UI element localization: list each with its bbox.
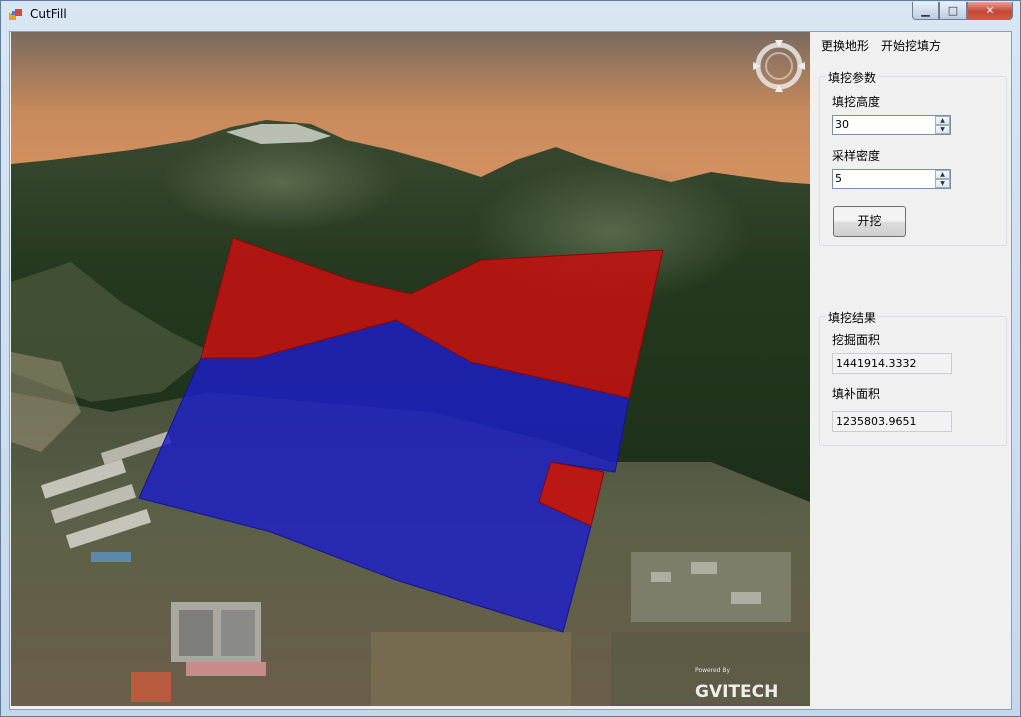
app-icon <box>9 9 22 20</box>
fill-area-field[interactable]: 1235803.9651 <box>832 411 952 432</box>
density-stepper[interactable]: 5 ▲ ▼ <box>832 169 951 189</box>
ridge-highlight <box>161 132 401 232</box>
results-group: 填挖结果 挖掘面积 1441914.3332 填补面积 1235803.9651 <box>819 309 1007 446</box>
3d-viewport[interactable]: Powered By GVITECH <box>11 32 810 706</box>
height-value[interactable]: 30 <box>835 118 849 131</box>
fill-area-value: 1235803.9651 <box>836 415 917 428</box>
terrain-scene[interactable]: Powered By GVITECH <box>11 32 810 706</box>
close-button[interactable]: ✕ <box>967 2 1013 20</box>
menu-start-cutfill[interactable]: 开始挖填方 <box>878 37 944 54</box>
params-group: 填挖参数 填挖高度 30 ▲ ▼ 采样密度 5 ▲ ▼ 开挖 <box>819 69 1007 246</box>
density-up-button[interactable]: ▲ <box>935 170 950 179</box>
title-bar[interactable]: CutFill ▁ □ ✕ <box>1 1 1020 29</box>
density-value[interactable]: 5 <box>835 172 842 185</box>
window-title: CutFill <box>30 7 67 21</box>
results-group-title: 填挖结果 <box>826 309 879 326</box>
side-panel: 更换地形 开始挖填方 填挖参数 填挖高度 30 ▲ ▼ 采样密度 5 ▲ ▼ 开… <box>811 32 1010 707</box>
maximize-button[interactable]: □ <box>939 2 967 20</box>
fill-area-label: 填补面积 <box>832 387 881 401</box>
params-group-title: 填挖参数 <box>826 69 879 86</box>
watermark-powered-by: Powered By <box>695 667 731 674</box>
density-label: 采样密度 <box>832 149 881 163</box>
height-up-button[interactable]: ▲ <box>935 116 950 125</box>
height-down-button[interactable]: ▼ <box>935 125 950 134</box>
menu-change-terrain[interactable]: 更换地形 <box>818 37 872 54</box>
cut-area-label: 挖掘面积 <box>832 333 881 347</box>
cut-area-field[interactable]: 1441914.3332 <box>832 353 952 374</box>
watermark-brand: GVITECH <box>695 682 778 702</box>
height-label: 填挖高度 <box>832 95 881 109</box>
density-down-button[interactable]: ▼ <box>935 179 950 188</box>
cut-area-value: 1441914.3332 <box>836 357 917 370</box>
run-cut-button[interactable]: 开挖 <box>833 206 906 237</box>
farmland <box>371 632 571 706</box>
minimize-button[interactable]: ▁ <box>912 2 939 20</box>
height-stepper[interactable]: 30 ▲ ▼ <box>832 115 951 135</box>
